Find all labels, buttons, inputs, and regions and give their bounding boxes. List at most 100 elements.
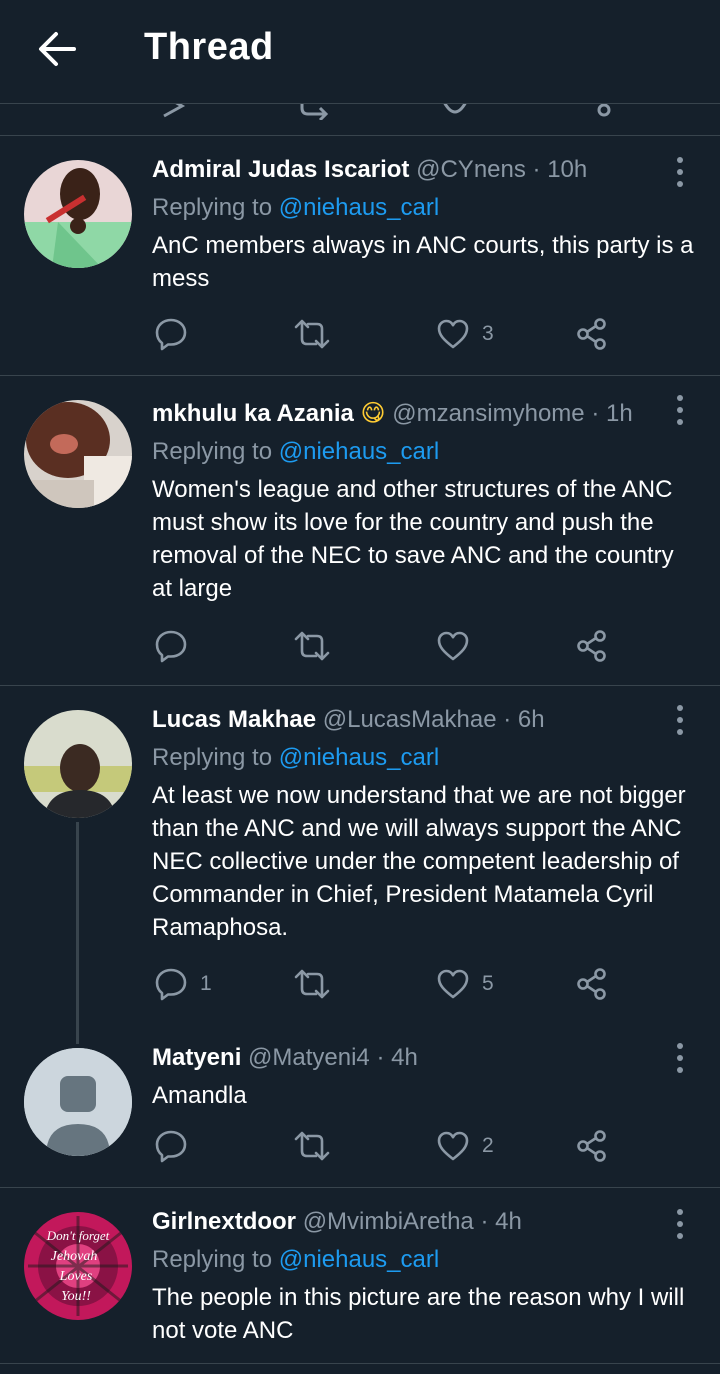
heart-icon <box>437 319 469 349</box>
tweet-meta: Lucas Makhae @LucasMakhae · 6h <box>152 703 700 737</box>
replying-prefix: Replying to <box>152 194 273 221</box>
thread-connector-line <box>76 822 79 1044</box>
speech-bubble-icon <box>155 1130 187 1163</box>
avatar-text-line: Don't forget <box>46 1228 110 1243</box>
avatar[interactable] <box>24 160 132 268</box>
tweet[interactable]: mkhulu ka Azania 😋 @mzansimyhome · 1h Re… <box>0 376 720 686</box>
top-bar: Thread <box>0 0 720 104</box>
timestamp[interactable]: 10h <box>547 156 587 183</box>
avatar[interactable] <box>24 400 132 508</box>
share-button[interactable] <box>576 1126 608 1166</box>
avatar-image <box>24 400 132 508</box>
arrow-left-icon <box>39 32 76 66</box>
reply-button[interactable]: 1 <box>154 964 212 1004</box>
handle[interactable]: @LucasMakhae <box>323 706 497 733</box>
share-icon <box>577 318 606 350</box>
avatar-image: Don't forget Jehovah Loves You!! <box>24 1212 132 1320</box>
heart-icon <box>437 1131 469 1161</box>
reply-button[interactable] <box>154 1126 200 1166</box>
share-icon <box>577 630 606 662</box>
tweet[interactable]: Admiral Judas Iscariot @CYnens · 10h Rep… <box>0 136 720 376</box>
mention-link[interactable]: @niehaus_carl <box>279 1246 439 1273</box>
replying-to: Replying to @niehaus_carl <box>152 191 700 225</box>
tweet-text: At least we now understand that we are n… <box>152 782 686 941</box>
reply-button[interactable] <box>154 314 200 354</box>
tweet-meta: Admiral Judas Iscariot @CYnens · 10h <box>152 153 700 187</box>
tweet-text: AnC members always in ANC courts, this p… <box>152 232 694 292</box>
tweet[interactable]: Lucas Makhae @LucasMakhae · 6h Replying … <box>0 686 720 1036</box>
replying-to: Replying to @niehaus_carl <box>152 1243 700 1277</box>
avatar-image <box>24 160 132 268</box>
retweet-icon <box>294 631 330 661</box>
speech-bubble-icon <box>155 968 187 1001</box>
display-name[interactable]: Admiral Judas Iscariot <box>152 156 409 183</box>
tweet-meta: Matyeni @Matyeni4 · 4h <box>152 1041 700 1075</box>
previous-tweet-actions-stub <box>0 104 720 136</box>
handle[interactable]: @CYnens <box>416 156 526 183</box>
like-count: 5 <box>482 972 494 995</box>
timestamp[interactable]: 6h <box>518 706 545 733</box>
separator: · <box>532 156 541 183</box>
retweet-icon <box>294 319 330 349</box>
retweet-button[interactable] <box>294 964 342 1004</box>
share-icon <box>597 104 611 117</box>
mention-link[interactable]: @niehaus_carl <box>279 744 439 771</box>
avatar[interactable]: Don't forget Jehovah Loves You!! <box>24 1212 132 1320</box>
display-name[interactable]: Lucas Makhae <box>152 706 316 733</box>
reply-button[interactable] <box>154 626 200 666</box>
default-avatar-icon <box>24 1048 132 1156</box>
like-button[interactable]: 3 <box>436 314 494 354</box>
replying-prefix: Replying to <box>152 744 273 771</box>
heart-icon <box>443 104 467 114</box>
reply-count: 1 <box>200 972 212 995</box>
avatar-text-line: You!! <box>61 1289 91 1304</box>
heart-icon <box>437 969 469 999</box>
share-icon <box>577 968 606 1000</box>
timestamp[interactable]: 4h <box>391 1044 418 1071</box>
speech-bubble-icon <box>155 318 187 351</box>
tweet-text: The people in this picture are the reaso… <box>152 1284 685 1344</box>
timestamp[interactable]: 1h <box>606 400 633 427</box>
share-button[interactable] <box>576 626 608 666</box>
back-button[interactable] <box>30 26 82 72</box>
handle[interactable]: @mzansimyhome <box>392 400 584 427</box>
handle[interactable]: @Matyeni4 <box>248 1044 370 1071</box>
tweet-meta: mkhulu ka Azania 😋 @mzansimyhome · 1h <box>152 397 700 431</box>
timestamp[interactable]: 4h <box>495 1208 522 1235</box>
tweet-actions <box>152 626 632 666</box>
retweet-icon <box>300 104 329 120</box>
mention-link[interactable]: @niehaus_carl <box>279 194 439 221</box>
display-name[interactable]: mkhulu ka Azania <box>152 400 354 427</box>
replying-to: Replying to @niehaus_carl <box>152 741 700 775</box>
tweet-actions: 1 5 <box>152 964 632 1004</box>
like-count: 3 <box>482 322 494 345</box>
share-button[interactable] <box>576 314 608 354</box>
tweet-text: Women's league and other structures of t… <box>152 476 674 602</box>
tweet[interactable]: Matyeni @Matyeni4 · 4h Amandla 2 <box>0 1036 720 1188</box>
avatar[interactable] <box>24 1048 132 1156</box>
mention-link[interactable]: @niehaus_carl <box>279 438 439 465</box>
like-count: 2 <box>482 1134 494 1157</box>
name-emoji: 😋 <box>360 400 386 427</box>
retweet-button[interactable] <box>294 626 342 666</box>
retweet-icon <box>294 969 330 999</box>
tweet-actions: 3 <box>152 314 632 354</box>
tweet[interactable]: Don't forget Jehovah Loves You!! Girlnex… <box>0 1188 720 1364</box>
heart-icon <box>437 631 469 661</box>
display-name[interactable]: Matyeni <box>152 1044 241 1071</box>
avatar[interactable] <box>24 710 132 818</box>
separator: · <box>376 1044 385 1071</box>
separator: · <box>591 400 600 427</box>
retweet-button[interactable] <box>294 314 342 354</box>
display-name[interactable]: Girlnextdoor <box>152 1208 296 1235</box>
replying-prefix: Replying to <box>152 438 273 465</box>
like-button[interactable]: 5 <box>436 964 494 1004</box>
retweet-button[interactable] <box>294 1126 342 1166</box>
handle[interactable]: @MvimbiAretha <box>303 1208 474 1235</box>
like-button[interactable]: 2 <box>436 1126 494 1166</box>
separator: · <box>480 1208 489 1235</box>
like-button[interactable] <box>436 626 482 666</box>
share-button[interactable] <box>576 964 608 1004</box>
retweet-icon <box>294 1131 330 1161</box>
replying-to: Replying to @niehaus_carl <box>152 435 700 469</box>
